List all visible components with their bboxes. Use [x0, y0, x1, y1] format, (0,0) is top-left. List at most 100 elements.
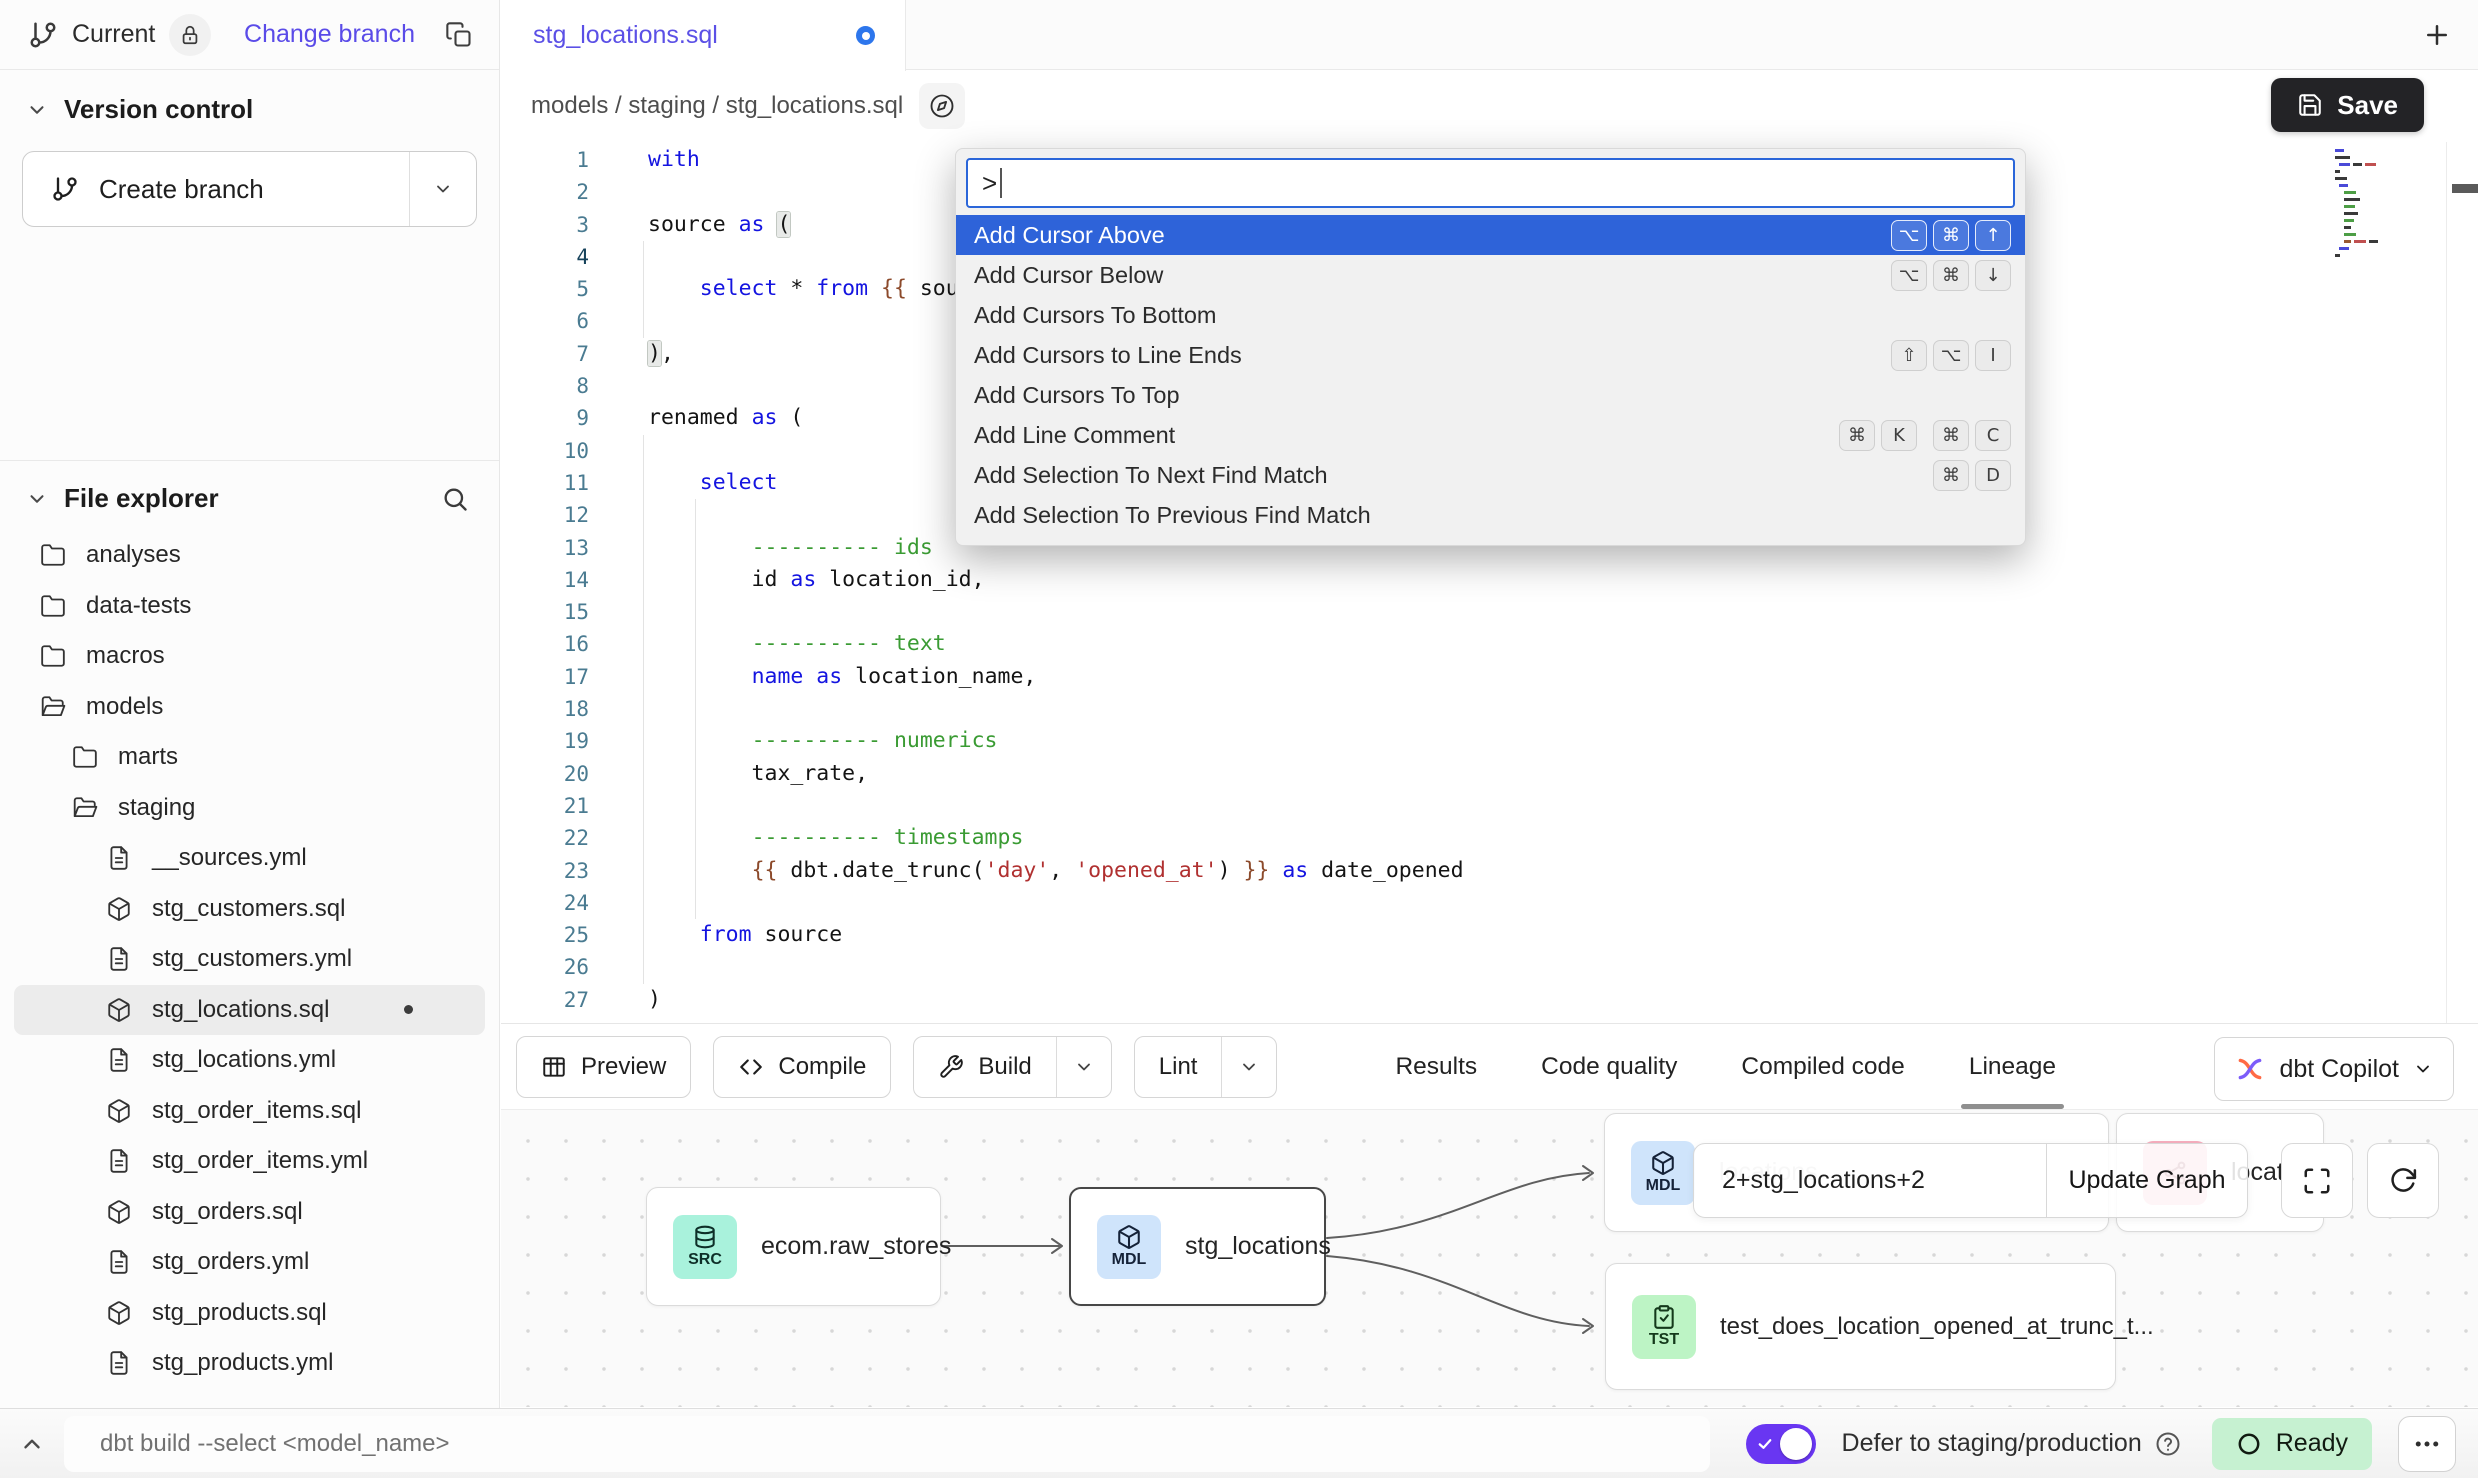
lineage-node-stg-locations[interactable]: MDL stg_locations	[1069, 1187, 1326, 1306]
file-item-models[interactable]: models	[14, 682, 485, 733]
tab-lineage[interactable]: Lineage	[1969, 1024, 2056, 1109]
palette-item-add-cursors-to-bottom[interactable]: Add Cursors To Bottom	[956, 295, 2025, 335]
code-line-18[interactable]: 18	[501, 693, 2478, 725]
open-docs-button[interactable]	[919, 83, 965, 129]
file-name: stg_customers.sql	[152, 895, 345, 923]
code-line-27[interactable]: 27)	[501, 984, 2478, 1016]
file-item-macros[interactable]: macros	[14, 631, 485, 682]
file-item-stg-customers-yml[interactable]: stg_customers.yml	[14, 934, 485, 985]
line-number: 16	[501, 628, 593, 660]
line-content: )	[593, 984, 661, 1016]
defer-toggle[interactable]	[1746, 1424, 1816, 1464]
more-options-button[interactable]	[2398, 1416, 2456, 1472]
file-name: stg_products.sql	[152, 1299, 327, 1327]
file-item-stg-order-items-yml[interactable]: stg_order_items.yml	[14, 1136, 485, 1187]
code-line-17[interactable]: 17 name as location_name,	[501, 661, 2478, 693]
file-item-stg-orders-yml[interactable]: stg_orders.yml	[14, 1237, 485, 1288]
dbt-command-input[interactable]: dbt build --select <model_name>	[64, 1416, 1710, 1472]
file-item-sources-yml[interactable]: __sources.yml	[14, 833, 485, 884]
line-number: 14	[501, 564, 593, 596]
status-badge[interactable]: Ready	[2212, 1418, 2372, 1470]
new-tab-button[interactable]	[2422, 20, 2452, 50]
plus-icon	[2422, 20, 2452, 50]
model-badge: MDL	[1097, 1215, 1161, 1279]
palette-item-add-cursor-above[interactable]: Add Cursor Above⌥⌘↑	[956, 215, 2025, 255]
tab-compiled-code[interactable]: Compiled code	[1741, 1024, 1904, 1109]
chevron-down-icon[interactable]	[26, 488, 48, 510]
file-item-stg-customers-sql[interactable]: stg_customers.sql	[14, 884, 485, 935]
build-dropdown[interactable]	[1056, 1037, 1111, 1097]
search-icon[interactable]	[441, 485, 469, 513]
code-line-20[interactable]: 20 tax_rate,	[501, 758, 2478, 790]
file-item-analyses[interactable]: analyses	[14, 530, 485, 581]
lineage-canvas[interactable]: MDL locations locations SRC ecom.raw_sto…	[501, 1110, 2478, 1407]
expand-panel-button[interactable]	[0, 1431, 64, 1457]
change-branch-link[interactable]: Change branch	[244, 20, 415, 49]
line-content: {{ dbt.date_trunc('day', 'opened_at') }}…	[593, 855, 1464, 887]
model-cube-icon	[106, 1098, 136, 1124]
folder-open-icon	[72, 795, 102, 821]
copy-icon[interactable]	[445, 21, 473, 49]
line-content: ---------- text	[593, 628, 946, 660]
file-item-stg-order-items-sql[interactable]: stg_order_items.sql	[14, 1086, 485, 1137]
tab-code-quality[interactable]: Code quality	[1541, 1024, 1677, 1109]
palette-item-label: Add Cursor Above	[974, 222, 1165, 249]
palette-item-add-selection-to-previous-find-match[interactable]: Add Selection To Previous Find Match	[956, 495, 2025, 535]
build-button[interactable]: Build	[914, 1037, 1055, 1097]
code-line-26[interactable]: 26	[501, 951, 2478, 983]
file-item-stg-locations-yml[interactable]: stg_locations.yml	[14, 1035, 485, 1086]
scrollbar-thumb[interactable]	[2452, 184, 2478, 193]
file-item-stg-products-yml[interactable]: stg_products.yml	[14, 1338, 485, 1389]
file-item-stg-locations-sql[interactable]: stg_locations.sql	[14, 985, 485, 1036]
code-line-16[interactable]: 16 ---------- text	[501, 628, 2478, 660]
palette-item-label: Add Cursors To Bottom	[974, 302, 1217, 329]
code-line-19[interactable]: 19 ---------- numerics	[501, 725, 2478, 757]
file-item-stg-products-sql[interactable]: stg_products.sql	[14, 1288, 485, 1339]
tab-results[interactable]: Results	[1395, 1024, 1477, 1109]
palette-item-add-cursor-below[interactable]: Add Cursor Below⌥⌘↓	[956, 255, 2025, 295]
refresh-button[interactable]	[2367, 1143, 2439, 1218]
line-content	[593, 499, 648, 531]
lineage-node-test[interactable]: TST test_does_location_opened_at_trunc_t…	[1605, 1263, 2116, 1390]
file-item-staging[interactable]: staging	[14, 783, 485, 834]
fullscreen-button[interactable]	[2281, 1143, 2353, 1218]
lineage-node-ecom-raw-stores[interactable]: SRC ecom.raw_stores	[646, 1187, 941, 1306]
line-number: 9	[501, 402, 593, 434]
line-content	[593, 951, 648, 983]
palette-item-add-cursors-to-line-ends[interactable]: Add Cursors to Line Ends⇧⌥I	[956, 335, 2025, 375]
palette-item-add-line-comment[interactable]: Add Line Comment⌘K⌘C	[956, 415, 2025, 455]
create-branch-dropdown[interactable]	[409, 152, 476, 226]
create-branch-main[interactable]: Create branch	[23, 152, 409, 226]
palette-item-add-cursors-to-top[interactable]: Add Cursors To Top	[956, 375, 2025, 415]
file-item-marts[interactable]: marts	[14, 732, 485, 783]
compile-button[interactable]: Compile	[713, 1036, 891, 1098]
dbt-copilot-button[interactable]: dbt Copilot	[2214, 1037, 2454, 1101]
circle-icon	[2236, 1431, 2262, 1457]
lint-dropdown[interactable]	[1221, 1037, 1276, 1097]
code-line-21[interactable]: 21	[501, 790, 2478, 822]
code-line-25[interactable]: 25 from source	[501, 919, 2478, 951]
save-button[interactable]: Save	[2271, 78, 2424, 132]
breadcrumb-row: models / staging / stg_locations.sql	[501, 70, 2478, 142]
help-icon[interactable]	[2154, 1430, 2182, 1458]
code-line-14[interactable]: 14 id as location_id,	[501, 564, 2478, 596]
line-number: 23	[501, 855, 593, 887]
lint-button[interactable]: Lint	[1135, 1037, 1222, 1097]
tab-stg-locations-sql[interactable]: stg_locations.sql	[501, 0, 906, 71]
preview-button[interactable]: Preview	[516, 1036, 691, 1098]
code-line-24[interactable]: 24	[501, 887, 2478, 919]
update-graph-button[interactable]: Update Graph	[2046, 1144, 2247, 1217]
code-line-22[interactable]: 22 ---------- timestamps	[501, 822, 2478, 854]
chevron-down-icon[interactable]	[26, 99, 48, 121]
code-line-15[interactable]: 15	[501, 596, 2478, 628]
command-palette-input[interactable]: >	[966, 158, 2015, 208]
line-number: 11	[501, 467, 593, 499]
file-item-data-tests[interactable]: data-tests	[14, 581, 485, 632]
palette-item-add-selection-to-next-find-match[interactable]: Add Selection To Next Find Match⌘D	[956, 455, 2025, 495]
file-item-stg-orders-sql[interactable]: stg_orders.sql	[14, 1187, 485, 1238]
shortcut-keys: ⇧⌥I	[1875, 340, 2011, 371]
code-line-23[interactable]: 23 {{ dbt.date_trunc('day', 'opened_at')…	[501, 855, 2478, 887]
palette-item-add-selection-to-all-find-matches[interactable]: Add Selection To All Find Matches	[956, 535, 2025, 546]
file-name: stg_order_items.yml	[152, 1147, 368, 1175]
lineage-selector-input[interactable]: 2+stg_locations+2	[1694, 1144, 2046, 1217]
